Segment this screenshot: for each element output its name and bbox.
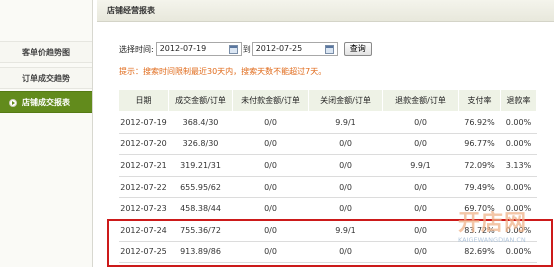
- start-date-value: 2012-07-19: [159, 44, 207, 53]
- table-cell: 9.9/1: [308, 111, 383, 134]
- sidebar-item-label: 客单价趋势图: [22, 48, 70, 57]
- table-cell: 96.77%: [458, 133, 501, 156]
- table-row: 2012-07-21 319.21/31 0/0 0/0 9.9/1 72.09…: [118, 154, 537, 177]
- page-title: 店铺经营报表: [97, 0, 554, 22]
- column-header: 退款率: [500, 89, 537, 112]
- table-cell: 2012-07-19: [118, 111, 169, 134]
- calendar-icon[interactable]: [228, 44, 238, 54]
- table-cell: 3.13%: [500, 154, 537, 177]
- table-row: 2012-07-25 913.89/86 0/0 0/0 0/0 82.69% …: [118, 241, 537, 264]
- calendar-icon[interactable]: [324, 44, 334, 54]
- table-cell: 755.36/72: [168, 219, 233, 242]
- table-cell: 368.4/30: [168, 111, 233, 134]
- table-row: 2012-07-19 368.4/30 0/0 9.9/1 0/0 76.92%…: [118, 111, 537, 134]
- table-cell: 0/0: [382, 241, 459, 264]
- table-cell: 913.89/86: [168, 241, 233, 264]
- table-row: 2012-07-22 655.95/62 0/0 0/0 0/0 79.49% …: [118, 176, 537, 199]
- table-cell: 2012-07-23: [118, 197, 169, 220]
- date-filter: 选择时间: 2012-07-19 到 2012-07-25 查询: [119, 41, 372, 57]
- table-cell: 0/0: [382, 219, 459, 242]
- table-cell: 76.92%: [458, 111, 501, 134]
- sidebar-item-avg-order-trend[interactable]: 客单价趋势图: [0, 41, 92, 63]
- table-row: 2012-07-20 326.8/30 0/0 0/0 0/0 96.77% 0…: [118, 133, 537, 156]
- search-hint: 提示：搜索时间限制最近30天内，搜索天数不能超过7天。: [119, 67, 327, 76]
- sales-report-table: 日期 成交金额/订单 未付款金额/订单 关闭金额/订单 退款金额/订单 支付率 …: [118, 89, 537, 264]
- sidebar-item-sales-report[interactable]: 店铺成交报表: [0, 91, 92, 113]
- table-cell: 0/0: [232, 133, 309, 156]
- table-row: 2012-07-24 755.36/72 0/0 9.9/1 0/0 83.72…: [118, 219, 537, 242]
- start-date-input[interactable]: 2012-07-19: [155, 42, 242, 56]
- table-cell: 0/0: [308, 133, 383, 156]
- table-cell: 69.70%: [458, 197, 501, 220]
- table-cell: 326.8/30: [168, 133, 233, 156]
- table-cell: 2012-07-22: [118, 176, 169, 199]
- arrow-bullet-icon: [9, 99, 17, 107]
- table-cell: 0.00%: [500, 219, 537, 242]
- table-cell: 655.95/62: [168, 176, 233, 199]
- table-cell: 0/0: [232, 111, 309, 134]
- sidebar: 客单价趋势图 订单成交趋势 店铺成交报表: [0, 0, 93, 267]
- table-cell: 319.21/31: [168, 154, 233, 177]
- table-cell: 2012-07-25: [118, 241, 169, 264]
- table-cell: 83.72%: [458, 219, 501, 242]
- table-cell: 0.00%: [500, 241, 537, 264]
- table-cell: 0/0: [382, 176, 459, 199]
- table-cell: 0/0: [382, 111, 459, 134]
- table-cell: 0.00%: [500, 111, 537, 134]
- table-cell: 458.38/44: [168, 197, 233, 220]
- column-header: 支付率: [458, 89, 501, 112]
- table-cell: 0/0: [232, 219, 309, 242]
- table-row: 2012-07-23 458.38/44 0/0 0/0 0/0 69.70% …: [118, 197, 537, 220]
- table-cell: 2012-07-20: [118, 133, 169, 156]
- column-header: 未付款金额/订单: [232, 89, 309, 112]
- column-header: 成交金额/订单: [168, 89, 233, 112]
- sidebar-item-label: 店铺成交报表: [22, 98, 70, 107]
- column-header: 退款金额/订单: [382, 89, 459, 112]
- table-cell: 0/0: [308, 241, 383, 264]
- table-cell: 9.9/1: [308, 219, 383, 242]
- table-cell: 0/0: [232, 197, 309, 220]
- table-cell: 0/0: [308, 176, 383, 199]
- table-cell: 2012-07-21: [118, 154, 169, 177]
- table-cell: 0/0: [308, 154, 383, 177]
- table-cell: 2012-07-24: [118, 219, 169, 242]
- table-cell: 9.9/1: [382, 154, 459, 177]
- table-cell: 0.00%: [500, 176, 537, 199]
- sidebar-item-order-trend[interactable]: 订单成交趋势: [0, 67, 92, 89]
- table-cell: 72.09%: [458, 154, 501, 177]
- query-button[interactable]: 查询: [343, 42, 372, 56]
- table-cell: 0/0: [232, 241, 309, 264]
- date-separator: 到: [242, 44, 251, 54]
- table-cell: 0/0: [232, 176, 309, 199]
- table-cell: 0.00%: [500, 197, 537, 220]
- column-header: 日期: [118, 89, 169, 112]
- end-date-input[interactable]: 2012-07-25: [251, 42, 338, 56]
- column-header: 关闭金额/订单: [308, 89, 383, 112]
- table-cell: 0/0: [308, 197, 383, 220]
- table-cell: 0/0: [382, 197, 459, 220]
- table-cell: 0.00%: [500, 133, 537, 156]
- table-cell: 0/0: [232, 154, 309, 177]
- table-cell: 79.49%: [458, 176, 501, 199]
- date-filter-label: 选择时间:: [119, 44, 154, 54]
- sidebar-item-label: 订单成交趋势: [22, 74, 70, 83]
- table-cell: 0/0: [382, 133, 459, 156]
- table-header-row: 日期 成交金额/订单 未付款金额/订单 关闭金额/订单 退款金额/订单 支付率 …: [118, 89, 537, 112]
- end-date-value: 2012-07-25: [255, 44, 303, 53]
- table-cell: 82.69%: [458, 241, 501, 264]
